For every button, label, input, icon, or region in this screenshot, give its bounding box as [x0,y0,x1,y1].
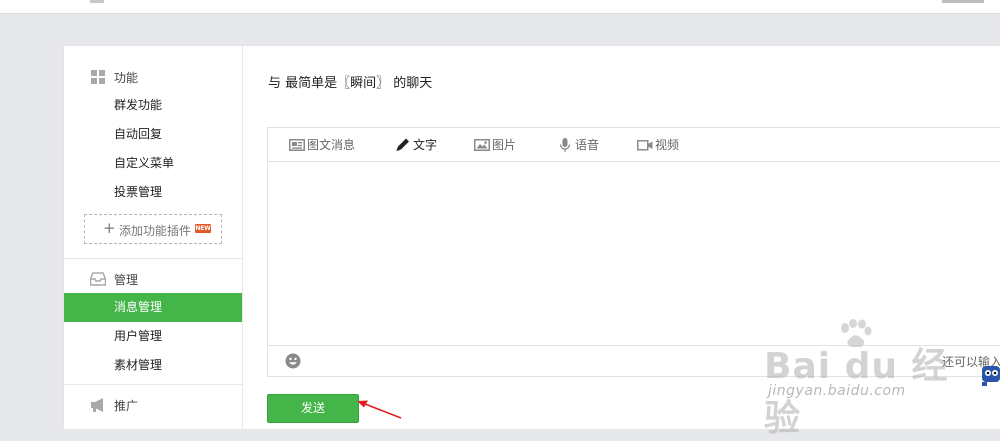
article-icon [289,138,305,151]
sidebar-item-label: 自动回复 [114,127,163,141]
sidebar-item-messages[interactable]: 消息管理 [64,293,242,322]
tab-voice[interactable]: 语音 [557,128,599,161]
tab-label: 图片 [492,138,517,152]
sidebar-section-promote: 推广 [64,393,242,417]
sidebar-item-materials[interactable]: 素材管理 [64,351,242,380]
tab-text[interactable]: 文字 [395,128,437,161]
pencil-icon [396,138,409,151]
sidebar-section-title: 推广 [114,399,139,413]
plus-icon: + [103,219,116,237]
video-icon [637,139,653,150]
sidebar-item-label: 自定义菜单 [114,156,175,170]
sidebar: 功能 群发功能 自动回复 自定义菜单 投票管理 + 添加功能插件 NEW 管理 … [64,46,243,429]
sidebar-item-label: 投票管理 [114,185,163,199]
sidebar-item-users[interactable]: 用户管理 [64,322,242,351]
annotation-arrow-icon [357,400,402,419]
megaphone-icon [91,398,103,412]
new-badge: NEW [195,224,211,233]
microphone-icon [559,137,571,152]
content-panel: 功能 群发功能 自动回复 自定义菜单 投票管理 + 添加功能插件 NEW 管理 … [63,45,1000,429]
emoji-icon[interactable] [285,353,301,369]
sidebar-divider [64,258,242,259]
top-bar-fragment [90,0,104,3]
sidebar-item-label: 用户管理 [114,329,163,343]
message-input[interactable] [268,162,1000,345]
sidebar-item-mass-send[interactable]: 群发功能 [64,91,242,120]
sidebar-item-vote[interactable]: 投票管理 [64,178,242,207]
tab-article[interactable]: 图文消息 [289,128,355,161]
grid-icon [91,70,105,84]
tab-video[interactable]: 视频 [637,128,679,161]
tab-label: 语音 [575,138,600,152]
message-type-tabs: 图文消息 文字 图片 语音 视频 [268,128,1000,162]
sidebar-section-manage: 管理 [64,267,242,291]
tab-label: 文字 [413,138,438,152]
sidebar-section-title: 管理 [114,273,139,287]
inbox-icon [90,272,106,286]
sidebar-item-label: 消息管理 [114,300,163,314]
tab-label: 图文消息 [307,138,356,152]
add-plugin-label: 添加功能插件 [119,224,192,238]
editor-footer: 还可以输入 [268,345,1000,377]
chat-title: 与 最简单是〖瞬间〗 的聊天 [268,76,433,91]
send-button[interactable]: 发送 [267,394,359,423]
cartoon-figure-icon [982,366,1000,386]
sidebar-divider [64,384,242,385]
tab-image[interactable]: 图片 [474,128,516,161]
message-editor: 图文消息 文字 图片 语音 视频 还可以输入 [267,127,1000,377]
sidebar-section-title: 功能 [114,71,139,85]
add-plugin-button[interactable]: + 添加功能插件 NEW [84,214,222,244]
sidebar-item-auto-reply[interactable]: 自动回复 [64,120,242,149]
image-icon [474,138,490,151]
sidebar-item-label: 群发功能 [114,98,163,112]
sidebar-section-function: 功能 [64,65,242,89]
tab-label: 视频 [655,138,680,152]
top-bar-account-fragment [942,0,984,3]
sidebar-item-label: 素材管理 [114,358,163,372]
sidebar-item-custom-menu[interactable]: 自定义菜单 [64,149,242,178]
top-bar [0,0,1000,14]
